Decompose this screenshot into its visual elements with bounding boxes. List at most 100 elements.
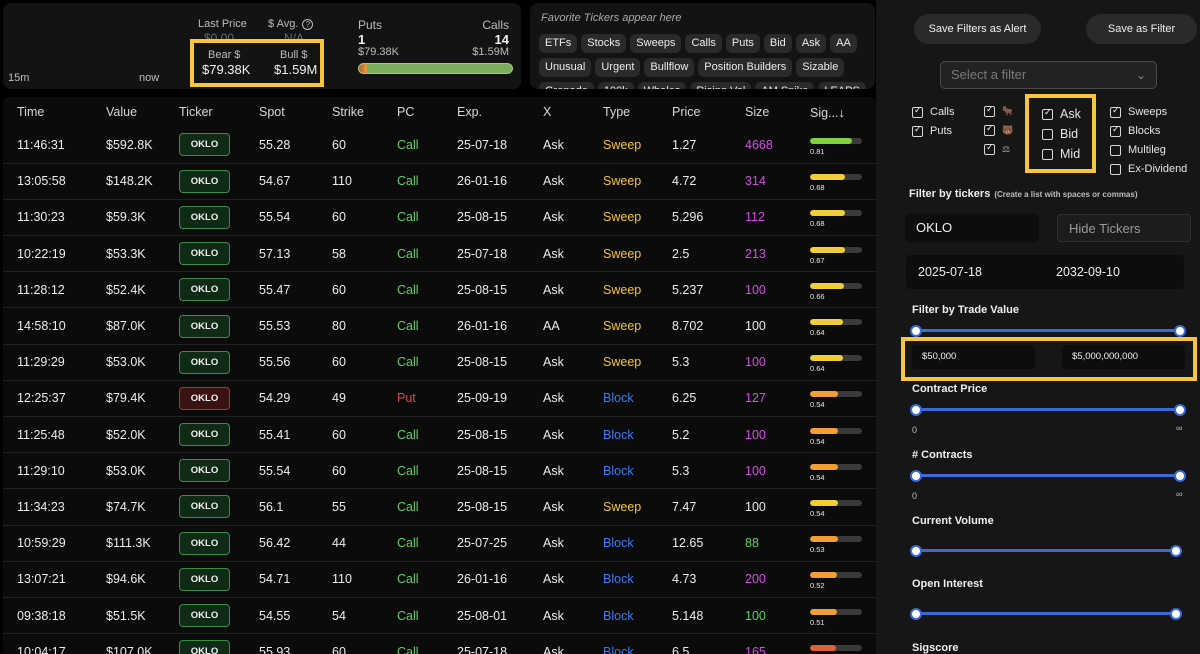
- date-from-input[interactable]: 2025-07-18: [918, 265, 982, 279]
- preset-chip[interactable]: ETFs: [539, 34, 578, 53]
- date-to-input[interactable]: 2032-09-10: [1056, 265, 1120, 279]
- slider-min-handle[interactable]: [910, 325, 922, 337]
- trade-value-slider[interactable]: [910, 325, 1186, 337]
- slider-min-handle[interactable]: [910, 545, 922, 557]
- table-row[interactable]: 11:46:31 $592.8K OKLO 55.28 60 Call 25-07-18 As…: [3, 127, 876, 164]
- blocks-checkbox[interactable]: Blocks: [1110, 124, 1160, 137]
- column-header[interactable]: Sig... ↓: [796, 97, 876, 127]
- table-row[interactable]: 10:59:29 $111.3K OKLO 56.42 44 Call 25-07-25 As…: [3, 525, 876, 562]
- ask-checkbox-box[interactable]: [1042, 107, 1053, 120]
- trade-value-min-input[interactable]: $50,000: [912, 345, 1035, 369]
- ticker-badge[interactable]: OKLO: [179, 350, 230, 374]
- ticker-badge[interactable]: OKLO: [179, 386, 230, 410]
- bull-sentiment-checkbox[interactable]: 🐂: [984, 104, 1013, 117]
- column-header[interactable]: PC: [383, 97, 443, 127]
- preset-chip[interactable]: LEAPS: [818, 82, 866, 89]
- slider-max-handle[interactable]: [1170, 545, 1182, 557]
- hide-tickers-input[interactable]: Hide Tickers: [1057, 214, 1191, 242]
- column-header[interactable]: Ticker: [165, 97, 245, 127]
- ticker-badge[interactable]: OKLO: [179, 133, 230, 157]
- puts-checkbox[interactable]: Puts: [912, 124, 952, 137]
- bear-sentiment-checkbox[interactable]: 🐻: [984, 123, 1013, 136]
- preset-chip[interactable]: Puts: [725, 34, 760, 53]
- preset-chip[interactable]: Bullflow: [644, 58, 695, 77]
- blocks-checkbox-box[interactable]: [1110, 124, 1121, 137]
- ticker-badge[interactable]: OKLO: [179, 169, 230, 193]
- slider-max-handle[interactable]: [1174, 325, 1186, 337]
- ticker-badge[interactable]: OKLO: [179, 567, 230, 591]
- ex-dividend-checkbox[interactable]: Ex-Dividend: [1110, 163, 1187, 175]
- contracts-slider[interactable]: [910, 470, 1186, 482]
- mid-checkbox-box[interactable]: [1042, 148, 1053, 160]
- column-header[interactable]: Time: [3, 97, 92, 127]
- open-interest-slider[interactable]: [910, 608, 1182, 620]
- column-header[interactable]: Price: [658, 97, 731, 127]
- preset-chip[interactable]: Ask: [795, 34, 827, 53]
- preset-chip[interactable]: AM Spike: [755, 82, 815, 89]
- mid-checkbox[interactable]: Mid: [1042, 147, 1080, 161]
- trade-value-max-input[interactable]: $5,000,000,000: [1062, 345, 1185, 369]
- bull-checkbox-box[interactable]: [984, 104, 995, 117]
- save-as-filter-button[interactable]: Save as Filter: [1086, 14, 1197, 44]
- table-row[interactable]: 13:07:21 $94.6K OKLO 54.71 110 Call 26-01-16 As…: [3, 561, 876, 598]
- column-header[interactable]: Size: [731, 97, 796, 127]
- ticker-badge[interactable]: OKLO: [179, 531, 230, 555]
- table-row[interactable]: 11:28:12 $52.4K OKLO 55.47 60 Call 25-08-15 Ask…: [3, 272, 876, 308]
- multileg-checkbox[interactable]: Multileg: [1110, 144, 1166, 156]
- slider-max-handle[interactable]: [1170, 608, 1182, 620]
- table-row[interactable]: 13:05:58 $148.2K OKLO 54.67 110 Call 26-01-16 A…: [3, 163, 876, 200]
- sweeps-checkbox-box[interactable]: [1110, 105, 1121, 118]
- puts-checkbox-box[interactable]: [912, 124, 923, 137]
- slider-max-handle[interactable]: [1174, 470, 1186, 482]
- ticker-badge[interactable]: OKLO: [179, 314, 230, 338]
- table-row[interactable]: 11:29:10 $53.0K OKLO 55.54 60 Call 25-08-15 Ask…: [3, 453, 876, 489]
- preset-chip[interactable]: Calls: [685, 34, 722, 53]
- table-row[interactable]: 11:34:23 $74.7K OKLO 56.1 55 Call 25-08-15 Ask S…: [3, 489, 876, 526]
- preset-chip[interactable]: Whales: [637, 82, 687, 89]
- ticker-badge[interactable]: OKLO: [179, 640, 230, 654]
- table-row[interactable]: 12:25:37 $79.4K OKLO 54.29 49 Put 25-09-19 Ask B…: [3, 380, 876, 417]
- neutral-checkbox-box[interactable]: [984, 142, 995, 155]
- slider-min-handle[interactable]: [910, 404, 922, 416]
- ticker-badge[interactable]: OKLO: [179, 459, 230, 483]
- ticker-badge[interactable]: OKLO: [179, 604, 230, 628]
- column-header[interactable]: Value: [92, 97, 165, 127]
- current-volume-slider[interactable]: [910, 545, 1182, 557]
- slider-min-handle[interactable]: [910, 608, 922, 620]
- preset-chip[interactable]: Sweeps: [630, 34, 682, 53]
- table-row[interactable]: 10:04:17 $107.0K OKLO 55.93 60 Call 25-07-18 As…: [3, 634, 876, 654]
- table-row[interactable]: 11:25:48 $52.0K OKLO 55.41 60 Call 25-08-15 Ask…: [3, 417, 876, 453]
- sweeps-checkbox[interactable]: Sweeps: [1110, 105, 1167, 118]
- contract-price-slider[interactable]: [910, 404, 1186, 416]
- ticker-input[interactable]: OKLO: [905, 214, 1039, 242]
- preset-chip[interactable]: Grenade: [539, 82, 594, 89]
- filter-select[interactable]: Select a filter ⌄: [940, 61, 1157, 89]
- slider-min-handle[interactable]: [910, 470, 922, 482]
- ask-checkbox[interactable]: Ask: [1042, 107, 1081, 121]
- save-filters-as-alert-button[interactable]: Save Filters as Alert: [914, 14, 1041, 44]
- preset-chip[interactable]: Stocks: [581, 34, 627, 53]
- preset-chip[interactable]: Rising Vol: [690, 82, 752, 89]
- ticker-badge[interactable]: OKLO: [179, 205, 230, 229]
- multileg-checkbox-box[interactable]: [1110, 144, 1121, 156]
- table-row[interactable]: 09:38:18 $51.5K OKLO 54.55 54 Call 25-08-01 Ask…: [3, 597, 876, 634]
- calls-checkbox[interactable]: Calls: [912, 105, 954, 118]
- preset-chip[interactable]: AA: [830, 34, 857, 53]
- column-header[interactable]: X: [529, 97, 589, 127]
- neutral-sentiment-checkbox[interactable]: ⚖: [984, 142, 1010, 155]
- ex-dividend-checkbox-box[interactable]: [1110, 163, 1121, 175]
- column-header[interactable]: Strike: [318, 97, 383, 127]
- ticker-badge[interactable]: OKLO: [179, 242, 230, 266]
- preset-chip[interactable]: Unusual: [539, 58, 592, 77]
- bid-checkbox-box[interactable]: [1042, 128, 1053, 140]
- table-row[interactable]: 11:29:29 $53.0K OKLO 55.56 60 Call 25-08-15 Ask…: [3, 344, 876, 381]
- column-header[interactable]: Spot: [245, 97, 318, 127]
- table-row[interactable]: 10:22:19 $53.3K OKLO 57.13 58 Call 25-07-18 Ask…: [3, 236, 876, 272]
- slider-max-handle[interactable]: [1174, 404, 1186, 416]
- preset-chip[interactable]: Urgent: [595, 58, 641, 77]
- sort-arrow-icon[interactable]: ↓: [839, 105, 846, 120]
- preset-chip[interactable]: 100k: [597, 82, 634, 89]
- column-header[interactable]: Type: [589, 97, 658, 127]
- ticker-badge[interactable]: OKLO: [179, 423, 230, 447]
- column-header[interactable]: Exp.: [443, 97, 529, 127]
